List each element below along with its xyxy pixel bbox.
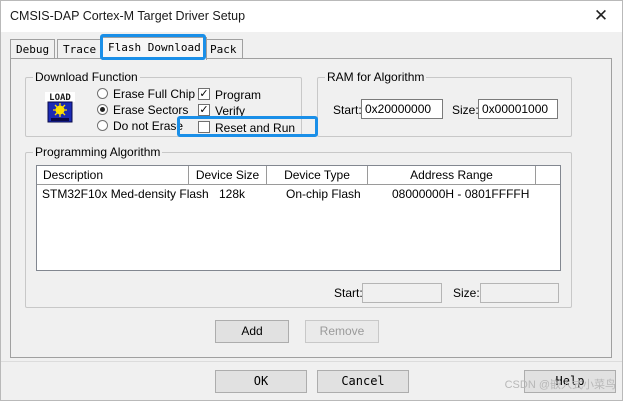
dialog-window: CMSIS-DAP Cortex-M Target Driver Setup ✕… [0,0,623,401]
download-function-title: Download Function [33,70,140,84]
load-icon: LOAD [45,92,75,123]
do-not-erase-label: Do not Erase [113,119,184,133]
do-not-erase-radio[interactable] [97,120,108,131]
program-label: Program [215,88,262,102]
tab-label: Pack [210,43,237,56]
footer-divider [1,361,622,362]
erase-full-chip-radio[interactable] [97,88,108,99]
cancel-button[interactable]: Cancel [317,370,409,393]
tab-debug[interactable]: Debug [10,39,56,59]
csdn-watermark: CSDN @嵌入式小菜鸟 [504,379,616,391]
list-header: Description Device Size Device Type Addr… [37,166,560,185]
tab-flash-download[interactable]: Flash Download [102,37,207,60]
tab-label: Trace [63,43,97,56]
reset-and-run-label: Reset and Run [215,121,296,135]
column-filler [536,166,560,185]
erase-sectors-radio[interactable] [97,104,108,115]
ram-start-label: Start: [333,103,362,117]
ram-size-input[interactable]: 0x00001000 [478,99,558,119]
cell-address-range: 08000000H - 0801FFFFH [392,187,530,201]
table-row[interactable]: STM32F10x Med-density Flash 128k On-chip… [37,185,560,203]
tab-label: Debug [16,43,50,56]
program-checkbox[interactable]: ✓ [198,88,210,100]
ram-start-input[interactable]: 0x20000000 [361,99,443,119]
tab-pack[interactable]: Pack [204,39,243,59]
column-device-size[interactable]: Device Size [189,166,267,185]
erase-sectors-label: Erase Sectors [113,103,189,117]
algorithm-list[interactable]: Description Device Size Device Type Addr… [36,165,561,271]
title-bar: CMSIS-DAP Cortex-M Target Driver Setup ✕ [1,1,622,32]
ok-button[interactable]: OK [215,370,307,393]
erase-full-chip-label: Erase Full Chip [113,87,196,101]
algo-start-label: Start: [334,286,363,300]
cell-device-type: On-chip Flash [286,187,361,201]
programming-algorithm-title: Programming Algorithm [33,145,163,159]
window-title: CMSIS-DAP Cortex-M Target Driver Setup [10,9,246,23]
remove-button[interactable]: Remove [305,320,379,343]
cell-description: STM32F10x Med-density Flash [42,187,209,201]
algo-size-input[interactable] [480,283,559,303]
algo-start-input[interactable] [362,283,442,303]
column-device-type[interactable]: Device Type [267,166,368,185]
column-address-range[interactable]: Address Range [368,166,536,185]
cell-device-size: 128k [219,187,246,201]
verify-label: Verify [215,104,246,118]
algo-size-label: Size: [453,286,480,300]
verify-checkbox[interactable]: ✓ [198,104,210,116]
ram-for-algorithm-title: RAM for Algorithm [325,70,427,84]
reset-and-run-checkbox[interactable] [198,121,210,133]
tab-trace[interactable]: Trace [57,39,103,59]
column-description[interactable]: Description [37,166,189,185]
add-button[interactable]: Add [215,320,289,343]
ram-size-label: Size: [452,103,479,117]
tab-label: Flash Download [108,41,201,54]
close-icon[interactable]: ✕ [590,5,612,27]
